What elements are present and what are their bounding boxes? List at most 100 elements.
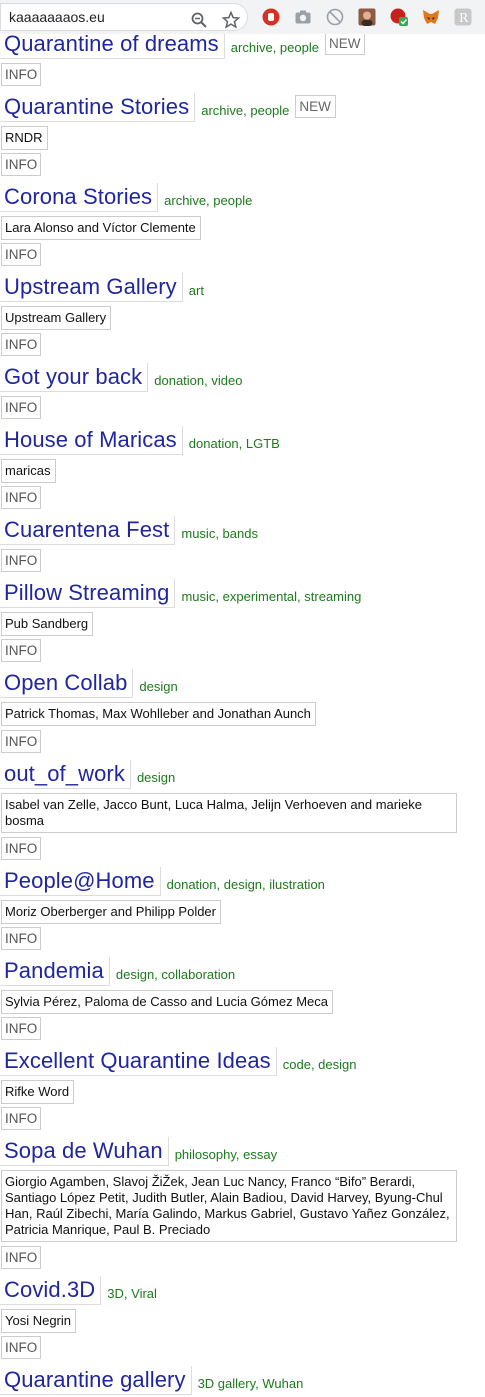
info-button[interactable]: INFO: [1, 837, 42, 860]
project-tags: donation, LGTB: [188, 436, 280, 451]
title-row: Quarantine of dreams archive, people NEW: [0, 30, 366, 60]
profile-extension-icon[interactable]: [358, 8, 376, 26]
bookmark-star-icon[interactable]: [222, 11, 240, 29]
address-bar[interactable]: kaaaaaaaos.eu: [0, 3, 248, 31]
project-title-link[interactable]: House of Maricas: [4, 427, 177, 452]
project-title-link[interactable]: out_of_work: [4, 761, 125, 786]
project-authors: Moriz Oberberger and Philipp Polder: [1, 900, 221, 924]
project-tags: archive, people: [164, 193, 253, 208]
info-button[interactable]: INFO: [1, 243, 42, 266]
project-tags: music, experimental, streaming: [181, 589, 362, 604]
project-title-link[interactable]: Cuarentena Fest: [4, 517, 169, 542]
project-title-link[interactable]: Quarantine of dreams: [4, 31, 219, 56]
camera-extension-icon[interactable]: [294, 8, 312, 26]
project-tags: archive, people: [230, 40, 319, 55]
title-box: Cuarentena Fest: [0, 516, 176, 545]
title-row: Got your back donation, video: [0, 363, 242, 393]
title-row: House of Maricas donation, LGTB: [0, 426, 280, 456]
reader-extension-icon[interactable]: R: [454, 8, 472, 26]
title-row: Covid.3D 3D, Viral: [0, 1276, 157, 1306]
info-button[interactable]: INFO: [1, 396, 42, 419]
project-authors: Sylvia Pérez, Paloma de Casso and Lucia …: [1, 990, 333, 1014]
project-title-link[interactable]: Quarantine gallery: [4, 1367, 186, 1392]
project-tags: art: [188, 283, 204, 298]
project-title-link[interactable]: Quarantine Stories: [4, 94, 189, 119]
title-row: Upstream Gallery art: [0, 273, 204, 303]
project-title-link[interactable]: Pillow Streaming: [4, 580, 169, 605]
info-button[interactable]: INFO: [1, 549, 42, 572]
info-button[interactable]: INFO: [1, 927, 42, 950]
title-row: Quarantine gallery 3D gallery, Wuhan: [0, 1366, 303, 1396]
project-title-link[interactable]: Corona Stories: [4, 184, 152, 209]
project-tags: archive, people: [201, 103, 290, 118]
info-button[interactable]: INFO: [1, 1017, 42, 1040]
info-button[interactable]: INFO: [1, 63, 42, 86]
title-row: Open Collab design: [0, 669, 178, 699]
title-box: out_of_work: [0, 760, 131, 789]
info-button[interactable]: INFO: [1, 730, 42, 753]
title-box: Pandemia: [0, 957, 110, 986]
project-authors: Pub Sandberg: [1, 612, 94, 636]
stop-hand-extension-icon[interactable]: [262, 8, 280, 26]
project-tags: music, bands: [181, 526, 258, 541]
project-title-link[interactable]: People@Home: [4, 868, 155, 893]
wappalyzer-extension-icon[interactable]: [390, 8, 408, 26]
title-row: Sopa de Wuhan philosophy, essay: [0, 1137, 277, 1167]
project-tags: 3D, Viral: [107, 1286, 157, 1301]
title-box: Quarantine gallery: [0, 1366, 192, 1395]
project-tags: design: [136, 770, 176, 785]
info-button[interactable]: INFO: [1, 1107, 42, 1130]
zoom-icon[interactable]: [190, 11, 208, 29]
project-authors: RNDR: [1, 126, 48, 150]
title-row: Cuarentena Fest music, bands: [0, 516, 258, 546]
project-tags: philosophy, essay: [174, 1147, 278, 1162]
project-title-link[interactable]: Excellent Quarantine Ideas: [4, 1048, 271, 1073]
info-button[interactable]: INFO: [1, 153, 42, 176]
project-title-link[interactable]: Upstream Gallery: [4, 274, 177, 299]
info-button[interactable]: INFO: [1, 333, 42, 356]
project-authors: Lara Alonso and Víctor Clemente: [1, 216, 201, 240]
project-tags: donation, design, ilustration: [166, 877, 325, 892]
title-row: Quarantine Stories archive, people NEW: [0, 93, 336, 123]
project-tags: donation, video: [154, 373, 243, 388]
title-box: Pillow Streaming: [0, 579, 176, 608]
project-authors: Upstream Gallery: [1, 306, 112, 330]
title-box: Excellent Quarantine Ideas: [0, 1047, 277, 1076]
project-authors: Patrick Thomas, Max Wohlleber and Jonath…: [1, 702, 316, 726]
project-title-link[interactable]: Open Collab: [4, 670, 127, 695]
project-title-link[interactable]: Pandemia: [4, 958, 104, 983]
title-box: Quarantine of dreams: [0, 30, 225, 59]
title-box: Got your back: [0, 363, 149, 392]
project-tags: design, collaboration: [115, 967, 236, 982]
project-authors: Yosi Negrin: [1, 1309, 77, 1333]
info-button[interactable]: INFO: [1, 486, 42, 509]
info-button[interactable]: INFO: [1, 1336, 42, 1359]
title-row: Pillow Streaming music, experimental, str…: [0, 579, 361, 609]
project-title-link[interactable]: Covid.3D: [4, 1277, 95, 1302]
title-row: Pandemia design, collaboration: [0, 957, 235, 987]
title-box: People@Home: [0, 867, 161, 896]
project-authors: maricas: [1, 459, 56, 483]
title-box: Quarantine Stories: [0, 93, 196, 122]
project-tags: 3D gallery, Wuhan: [197, 1376, 304, 1391]
title-row: Excellent Quarantine Ideas code, design: [0, 1047, 357, 1077]
project-title-link[interactable]: Sopa de Wuhan: [4, 1138, 163, 1163]
project-authors: Isabel van Zelle, Jacco Bunt, Luca Halma…: [1, 793, 457, 833]
project-list: Quarantine of dreams archive, people NEW I…: [0, 0, 485, 1395]
project-title-link[interactable]: Got your back: [4, 364, 142, 389]
title-row: Corona Stories archive, people: [0, 183, 252, 213]
title-box: Corona Stories: [0, 183, 159, 212]
svg-text:R: R: [459, 11, 469, 25]
title-row: People@Home donation, design, ilustration: [0, 867, 325, 897]
title-box: House of Maricas: [0, 426, 183, 455]
ad-blocker-extension-icon[interactable]: [326, 8, 344, 26]
title-box: Sopa de Wuhan: [0, 1137, 169, 1166]
new-badge: NEW: [324, 32, 366, 55]
info-button[interactable]: INFO: [1, 1246, 42, 1269]
project-authors: Rifke Word: [1, 1080, 75, 1104]
metamask-fox-icon[interactable]: [422, 8, 440, 26]
title-box: Upstream Gallery: [0, 273, 183, 302]
project-tags: code, design: [282, 1057, 357, 1072]
title-box: Open Collab: [0, 669, 134, 698]
info-button[interactable]: INFO: [1, 639, 42, 662]
